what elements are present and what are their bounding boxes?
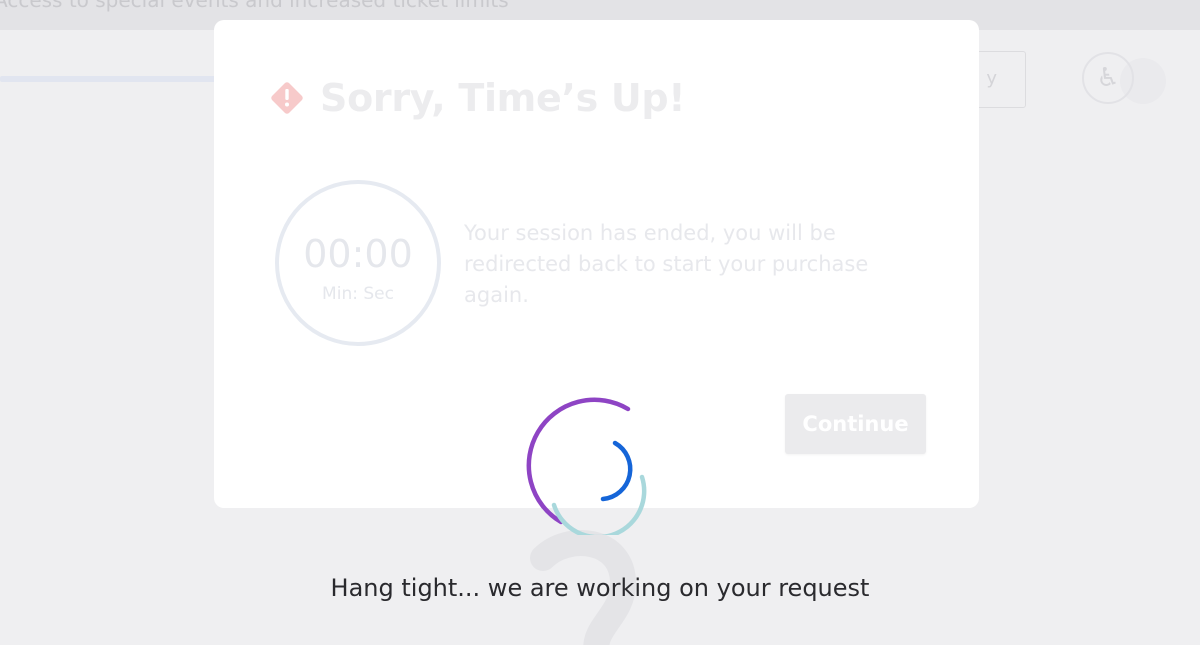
loading-message: Hang tight... we are working on your req… — [330, 574, 870, 602]
timer-unit-label: Min: Sec — [322, 284, 394, 304]
top-banner-text: Access to special events and increased t… — [0, 0, 509, 12]
accessibility-icon: ♿ — [1082, 52, 1134, 104]
loading-spinner-icon — [526, 397, 647, 535]
countdown-timer: 00:00 Min: Sec — [275, 180, 441, 346]
warning-diamond-icon — [271, 82, 303, 114]
modal-header: Sorry, Time’s Up! — [268, 76, 686, 120]
modal-title: Sorry, Time’s Up! — [320, 76, 686, 120]
continue-button[interactable]: Continue — [785, 394, 926, 454]
page: Access to special events and increased t… — [0, 0, 1200, 645]
timer-value: 00:00 — [303, 232, 413, 276]
background-button-label: y — [986, 68, 997, 89]
session-ended-message: Your session has ended, you will be redi… — [464, 221, 869, 307]
